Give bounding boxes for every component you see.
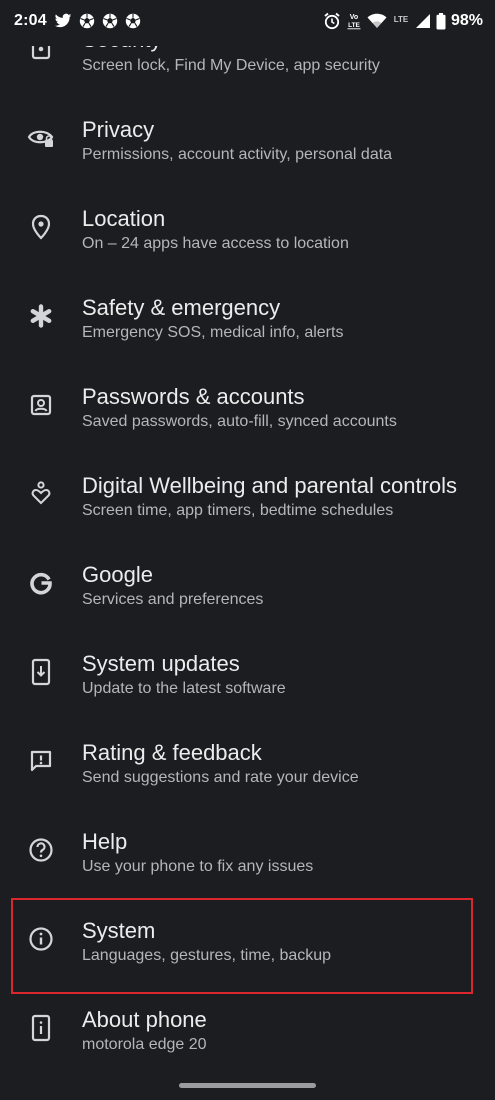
settings-item-rating-feedback[interactable]: Rating & feedback Send suggestions and r… — [0, 717, 495, 806]
highlight-box-system — [11, 898, 473, 994]
privacy-eye-icon — [27, 124, 55, 152]
soccer-ball-icon — [125, 13, 141, 29]
battery-icon — [436, 12, 446, 30]
lte-icon: LTE — [392, 13, 410, 29]
status-bar: 2:04 Vo LTE LTE 98% — [0, 0, 495, 46]
item-title: Rating & feedback — [82, 740, 262, 765]
svg-text:LTE: LTE — [348, 22, 360, 29]
asterisk-icon — [27, 302, 55, 330]
item-subtitle: Emergency SOS, medical info, alerts — [82, 324, 344, 341]
item-subtitle: On – 24 apps have access to location — [82, 235, 349, 252]
settings-item-location[interactable]: Location On – 24 apps have access to loc… — [0, 183, 495, 272]
settings-item-digital-wellbeing[interactable]: Digital Wellbeing and parental controls … — [0, 450, 495, 539]
volte-icon: Vo LTE — [346, 12, 362, 30]
item-subtitle: Services and preferences — [82, 591, 264, 608]
account-box-icon — [27, 391, 55, 419]
svg-text:Vo: Vo — [350, 14, 358, 21]
item-subtitle: Screen time, app timers, bedtime schedul… — [82, 502, 394, 519]
item-subtitle: Update to the latest software — [82, 680, 286, 697]
system-update-icon — [27, 658, 55, 686]
heart-person-icon — [27, 480, 55, 508]
feedback-icon — [27, 747, 55, 775]
signal-icon — [415, 13, 431, 29]
item-title: Help — [82, 829, 128, 854]
item-subtitle: Permissions, account activity, personal … — [82, 146, 393, 163]
location-pin-icon — [27, 213, 55, 241]
item-subtitle: motorola edge 20 — [82, 1036, 207, 1053]
phone-info-icon — [27, 1014, 55, 1042]
item-subtitle: Screen lock, Find My Device, app securit… — [82, 57, 380, 74]
status-left: 2:04 — [14, 12, 141, 30]
svg-text:LTE: LTE — [394, 15, 409, 24]
help-circle-icon — [27, 836, 55, 864]
item-title: Google — [82, 562, 153, 587]
settings-item-privacy[interactable]: Privacy Permissions, account activity, p… — [0, 94, 495, 183]
settings-item-passwords-accounts[interactable]: Passwords & accounts Saved passwords, au… — [0, 361, 495, 450]
settings-item-system-updates[interactable]: System updates Update to the latest soft… — [0, 628, 495, 717]
wifi-icon — [367, 13, 387, 29]
item-title: System updates — [82, 651, 240, 676]
battery-percent: 98% — [450, 12, 483, 29]
item-title: About phone — [82, 1007, 207, 1032]
item-title: Safety & emergency — [82, 295, 281, 320]
settings-item-google[interactable]: Google Services and preferences — [0, 539, 495, 628]
google-g-icon — [27, 569, 55, 597]
status-time: 2:04 — [14, 12, 47, 29]
settings-item-help[interactable]: Help Use your phone to fix any issues — [0, 806, 495, 895]
alarm-icon — [323, 12, 341, 30]
item-subtitle: Saved passwords, auto-fill, synced accou… — [82, 413, 397, 430]
item-title: Location — [82, 206, 166, 231]
item-title: Privacy — [82, 117, 155, 142]
item-subtitle: Send suggestions and rate your device — [82, 769, 359, 786]
item-title: Digital Wellbeing and parental controls — [82, 473, 458, 498]
twitter-icon — [54, 13, 72, 29]
gesture-nav-handle[interactable] — [179, 1083, 316, 1088]
soccer-ball-icon — [102, 13, 118, 29]
soccer-ball-icon — [79, 13, 95, 29]
item-subtitle: Use your phone to fix any issues — [82, 858, 314, 875]
settings-item-safety-emergency[interactable]: Safety & emergency Emergency SOS, medica… — [0, 272, 495, 361]
settings-item-about-phone[interactable]: About phone motorola edge 20 — [0, 984, 495, 1073]
item-title: Passwords & accounts — [82, 384, 305, 409]
status-right: Vo LTE LTE 98% — [323, 12, 483, 30]
